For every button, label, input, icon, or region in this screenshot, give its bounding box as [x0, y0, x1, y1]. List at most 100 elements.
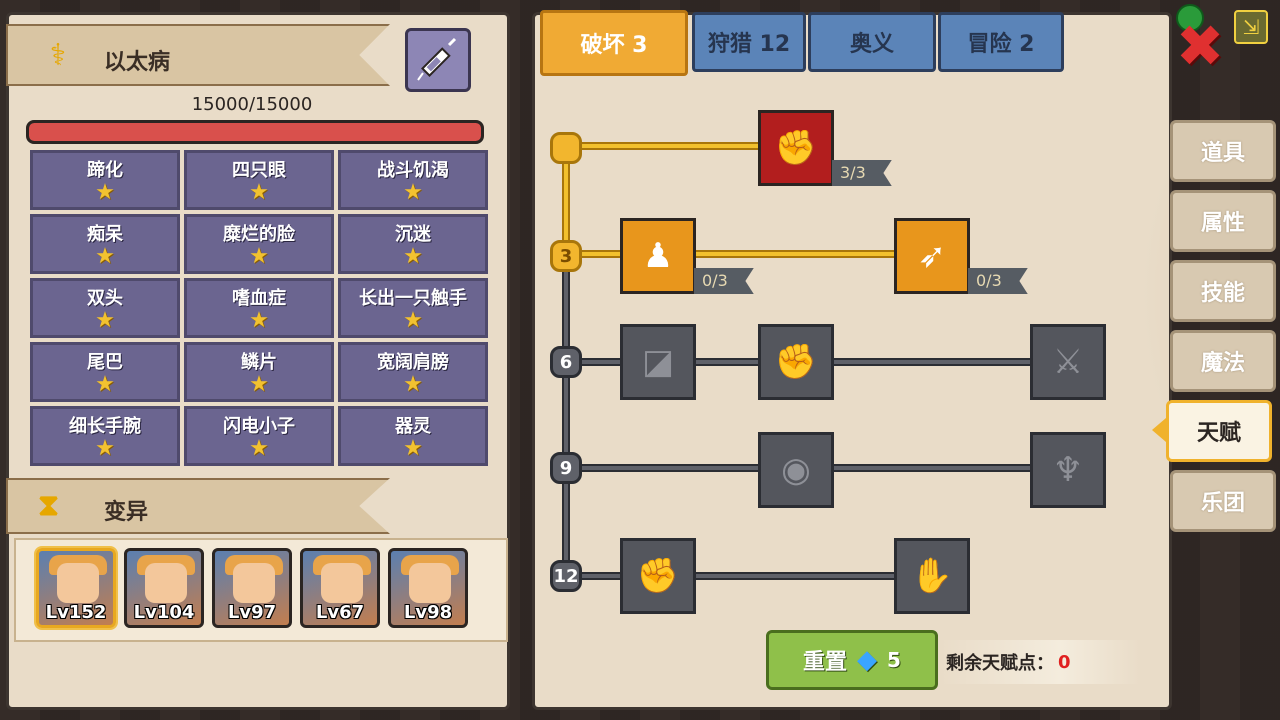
hero-level: Lv152 — [45, 602, 107, 623]
slash-skill[interactable]: ⚔ — [1030, 324, 1106, 400]
trait-card[interactable]: 糜烂的脸 ★ — [184, 214, 334, 274]
grip-skill[interactable]: ✋ — [894, 538, 970, 614]
raised-fist-skill[interactable]: ✊ — [620, 538, 696, 614]
tab-hunt[interactable]: 狩猎 12 — [692, 12, 806, 72]
star-icon: ★ — [403, 180, 423, 205]
close-button[interactable]: ✖ — [1172, 17, 1228, 75]
mutation-title: 变异 — [104, 500, 149, 525]
grip-fist-icon: ✋ — [910, 556, 954, 596]
trait-card[interactable]: 闪电小子 ★ — [184, 406, 334, 466]
hero-portrait[interactable]: Lv104 — [124, 548, 204, 628]
break-skill[interactable]: ◪ — [620, 324, 696, 400]
trait-label: 蹄化 — [87, 160, 123, 181]
trait-card[interactable]: 长出一只触手 ★ — [338, 278, 488, 338]
disease-hp-text: 15000/15000 — [191, 94, 313, 115]
hero-face — [233, 563, 275, 603]
arrow-count: 0/3 — [968, 268, 1028, 294]
tier-node-3: 3 — [550, 240, 582, 272]
trait-card[interactable]: 鳞片 ★ — [184, 342, 334, 402]
muscle-skill[interactable]: ♟ — [620, 218, 696, 294]
remaining-points-label: 剩余天赋点： — [946, 653, 1054, 674]
remaining-points: 剩余天赋点： 0 — [940, 640, 1140, 684]
hero-level: Lv98 — [403, 602, 453, 623]
star-icon: ★ — [95, 180, 115, 205]
bat-icon: ♆ — [1052, 450, 1084, 490]
tree-trunk — [562, 258, 570, 578]
trait-card[interactable]: 战斗饥渴 ★ — [338, 150, 488, 210]
star-icon: ★ — [403, 436, 423, 461]
syringe-button[interactable] — [405, 28, 471, 92]
star-icon: ★ — [95, 436, 115, 461]
arm-wrestle-skill[interactable]: ✊ — [758, 110, 834, 186]
hero-list: Lv152 Lv104 Lv97 Lv67 Lv98 — [14, 538, 508, 642]
side-tab-band[interactable]: 乐团 — [1170, 470, 1276, 532]
side-tab-items[interactable]: 道具 — [1170, 120, 1276, 182]
star-icon: ★ — [249, 436, 269, 461]
hero-face — [409, 563, 451, 603]
trait-card[interactable]: 痴呆 ★ — [30, 214, 180, 274]
hero-portrait[interactable]: Lv98 — [388, 548, 468, 628]
hero-portrait[interactable]: Lv152 — [36, 548, 116, 628]
trait-label: 嗜血症 — [232, 288, 286, 309]
star-icon: ★ — [249, 244, 269, 269]
trait-label: 沉迷 — [395, 224, 431, 245]
trait-card[interactable]: 沉迷 ★ — [338, 214, 488, 274]
impact-skill[interactable]: ◉ — [758, 432, 834, 508]
star-icon: ★ — [249, 308, 269, 333]
trait-label: 鳞片 — [241, 352, 277, 373]
trait-grid: 蹄化 ★ 四只眼 ★ 战斗饥渴 ★ 痴呆 ★ 糜烂的脸 ★ 沉迷 ★ 双头 ★ 嗜血症 ★ 长出一只触手 ★ 尾巴 ★… — [30, 150, 490, 466]
star-icon: ★ — [403, 372, 423, 397]
tab-adventure[interactable]: 冒险 2 — [938, 12, 1064, 72]
hero-portrait[interactable]: Lv97 — [212, 548, 292, 628]
star-icon: ★ — [95, 308, 115, 333]
side-tab-talent[interactable]: 天赋 — [1166, 400, 1272, 462]
arrow-skill[interactable]: ➶ — [894, 218, 970, 294]
reset-button[interactable]: 重置 ◆ 5 — [766, 630, 938, 690]
disease-hp-bar — [26, 120, 484, 144]
remaining-points-value: 0 — [1058, 651, 1071, 673]
side-tab-attributes[interactable]: 属性 — [1170, 190, 1276, 252]
trait-card[interactable]: 尾巴 ★ — [30, 342, 180, 402]
trait-card[interactable]: 宽阔肩膀 ★ — [338, 342, 488, 402]
hero-face — [321, 563, 363, 603]
syringe-icon — [417, 37, 457, 81]
trait-label: 双头 — [87, 288, 123, 309]
castle-silhouette — [1095, 55, 1169, 655]
tree-branch-3 — [566, 250, 896, 258]
disease-title-banner: ⚕ 以太病 — [6, 24, 390, 86]
tree-branch-12 — [566, 572, 896, 580]
bat-skill[interactable]: ♆ — [1030, 432, 1106, 508]
ether-icon: ⚕ — [49, 38, 67, 73]
shatter-icon: ◪ — [641, 342, 675, 382]
trait-label: 细长手腕 — [69, 416, 141, 437]
tab-secret[interactable]: 奥义 — [808, 12, 936, 72]
tier-node-9: 9 — [550, 452, 582, 484]
star-icon: ★ — [249, 372, 269, 397]
hero-portrait[interactable]: Lv67 — [300, 548, 380, 628]
side-tab-skills[interactable]: 技能 — [1170, 260, 1276, 322]
hero-level: Lv104 — [133, 602, 195, 623]
dna-icon: ⧗ — [38, 488, 60, 523]
arm-wrestle-count: 3/3 — [832, 160, 892, 186]
hero-face — [57, 563, 99, 603]
hero-face — [145, 563, 187, 603]
arm-wrestle-icon: ✊ — [774, 128, 818, 168]
trait-label: 战斗饥渴 — [377, 160, 449, 181]
disease-title: 以太病 — [104, 50, 171, 75]
slash-icon: ⚔ — [1052, 342, 1084, 382]
punch-skill[interactable]: ✊ — [758, 324, 834, 400]
trait-label: 闪电小子 — [223, 416, 295, 437]
trait-card[interactable]: 器灵 ★ — [338, 406, 488, 466]
muscle-count: 0/3 — [694, 268, 754, 294]
trait-card[interactable]: 双头 ★ — [30, 278, 180, 338]
tab-destroy[interactable]: 破坏 3 — [540, 10, 688, 76]
trait-card[interactable]: 嗜血症 ★ — [184, 278, 334, 338]
star-icon: ★ — [403, 244, 423, 269]
trait-card[interactable]: 蹄化 ★ — [30, 150, 180, 210]
arrow-icon: ➶ — [917, 236, 947, 276]
trait-card[interactable]: 细长手腕 ★ — [30, 406, 180, 466]
exit-icon[interactable]: ⇲ — [1234, 10, 1268, 44]
star-icon: ★ — [249, 180, 269, 205]
side-tab-magic[interactable]: 魔法 — [1170, 330, 1276, 392]
trait-card[interactable]: 四只眼 ★ — [184, 150, 334, 210]
